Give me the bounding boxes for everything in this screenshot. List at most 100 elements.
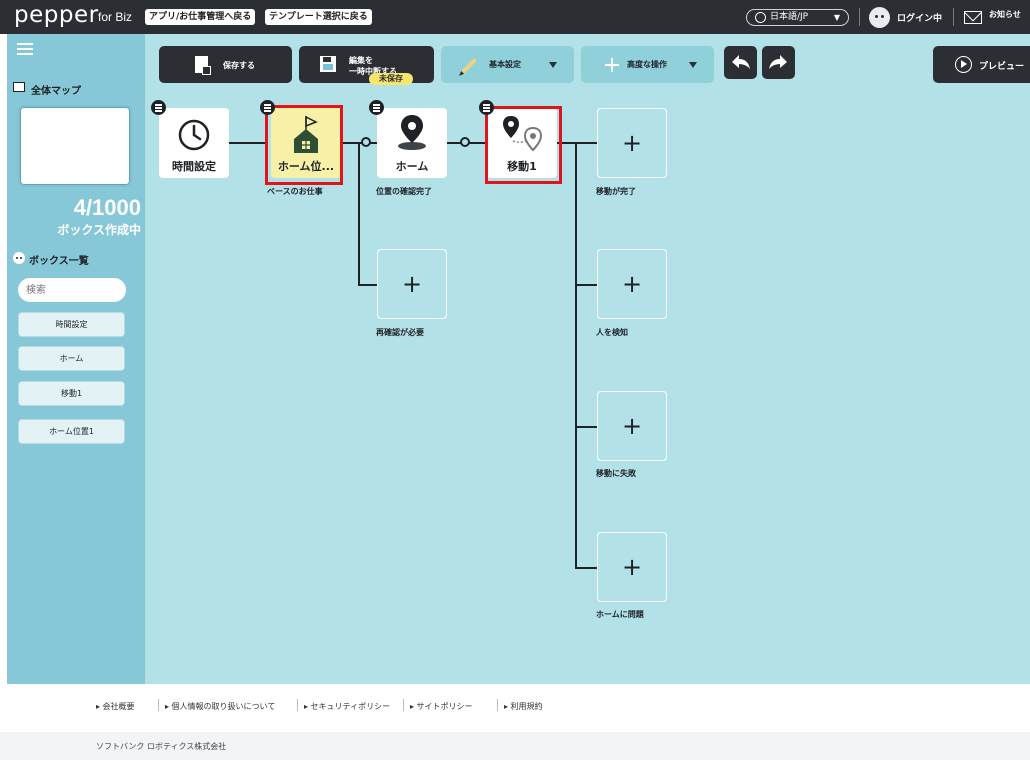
minimap[interactable] [18, 105, 132, 187]
node-menu-icon[interactable] [151, 100, 166, 115]
divider [953, 8, 954, 26]
advanced-operations-button[interactable]: 高度な操作 [581, 46, 714, 83]
node-title: ホーム [395, 160, 429, 173]
box-list-item[interactable]: 時間設定 [18, 312, 125, 337]
box-count-sub: ボックス作成中 [57, 223, 141, 237]
connector-line [575, 284, 597, 286]
undo-button[interactable] [724, 46, 757, 79]
chevron-down-icon [689, 62, 697, 68]
branch-label: 移動が完了 [596, 187, 636, 196]
news-link[interactable]: お知らせ [989, 9, 1021, 20]
login-status[interactable]: ログイン中 [897, 11, 942, 24]
suspend-label-1: 編集を [349, 56, 373, 65]
flow-canvas[interactable]: 保存する 未保存 編集を 一時中断する 基本設定 高度な操作 プレビュー 時間設… [145, 34, 1030, 684]
divider [297, 699, 298, 711]
add-box-slot[interactable]: + [597, 532, 667, 602]
node-menu-icon[interactable] [479, 100, 494, 115]
basic-settings-button[interactable]: 基本設定 [441, 46, 574, 83]
add-box-slot[interactable]: + [597, 108, 667, 178]
box-list-item[interactable]: ホーム [18, 346, 125, 371]
footer-link-security[interactable]: ▸ セキュリティポリシー [304, 701, 390, 712]
divider [497, 699, 498, 711]
location-pin-icon [398, 115, 426, 150]
branch-label: 位置の確認完了 [376, 187, 432, 196]
undo-icon [732, 55, 750, 69]
node-menu-icon[interactable] [260, 100, 275, 115]
search-input[interactable] [18, 278, 126, 302]
doc-save-icon [195, 56, 211, 75]
node-title: 時間設定 [172, 160, 216, 173]
back-to-app-management-link[interactable]: アプリ/お仕事管理へ戻る [145, 9, 256, 25]
hamburger-icon[interactable] [17, 43, 33, 55]
connector-line [358, 284, 377, 286]
footer-bottom: ソフトバンク ロボティクス株式会社 [0, 732, 1030, 760]
flow-node-home[interactable]: ホーム [377, 108, 447, 178]
redo-icon [769, 55, 787, 69]
box-list-icon [13, 252, 25, 264]
plus-icon: + [621, 553, 643, 581]
language-value: 日本語/JP [770, 12, 809, 22]
unsaved-badge: 未保存 [369, 73, 413, 85]
connector-line [557, 142, 597, 144]
branch-label: 人を検知 [596, 328, 628, 337]
advanced-label: 高度な操作 [627, 60, 667, 69]
plus-icon: + [621, 270, 643, 298]
footer-link-terms[interactable]: ▸ 利用規約 [504, 701, 543, 712]
globe-icon [755, 12, 766, 23]
branch-label: ホームに問題 [596, 610, 644, 619]
flow-node-time[interactable]: 時間設定 [159, 108, 229, 178]
back-to-template-link[interactable]: テンプレート選択に戻る [265, 9, 372, 25]
branch-label: ベースのお仕事 [267, 187, 323, 196]
copyright: ソフトバンク ロボティクス株式会社 [96, 742, 227, 751]
footer-link-company[interactable]: ▸ 会社概要 [96, 701, 135, 712]
basic-settings-label: 基本設定 [489, 60, 521, 69]
plus-icon: + [401, 270, 423, 298]
map-title: 全体マップ [31, 86, 81, 97]
clock-icon [178, 119, 210, 151]
connector-dot[interactable] [460, 137, 470, 147]
preview-label: プレビュー [979, 62, 1025, 72]
preview-button[interactable]: プレビュー [933, 46, 1030, 83]
plus-icon [605, 58, 619, 72]
pepper-logo: pepper [14, 2, 99, 28]
app-root: pepper for Biz アプリ/お仕事管理へ戻る テンプレート選択に戻る … [0, 0, 1030, 760]
divider [158, 699, 159, 711]
save-label: 保存する [223, 61, 255, 70]
user-avatar-icon[interactable] [869, 7, 890, 28]
redo-button[interactable] [762, 46, 795, 79]
language-select[interactable]: 日本語/JP ▼ [746, 9, 849, 26]
plus-icon: + [621, 129, 643, 157]
divider [859, 8, 860, 26]
chevron-down-icon [549, 62, 557, 68]
footer-link-privacy[interactable]: ▸ 個人情報の取り扱いについて [165, 701, 275, 712]
plus-icon: + [621, 412, 643, 440]
add-box-slot[interactable]: + [597, 391, 667, 461]
floppy-icon [320, 56, 336, 72]
connector-line [229, 142, 265, 144]
connector-line [575, 426, 597, 428]
box-list-item[interactable]: 移動1 [18, 381, 125, 406]
add-box-slot[interactable]: + [597, 249, 667, 319]
chevron-down-icon: ▼ [833, 13, 840, 22]
top-bar: pepper for Biz アプリ/お仕事管理へ戻る テンプレート選択に戻る … [0, 0, 1030, 34]
add-box-slot[interactable]: + [377, 249, 447, 319]
box-list-title: ボックス一覧 [29, 256, 89, 267]
pencil-icon [461, 58, 477, 74]
box-count: 4/1000 [73, 195, 141, 220]
map-icon [13, 82, 25, 92]
logo-sub: for Biz [98, 10, 133, 24]
footer-links: ▸ 会社概要 ▸ 個人情報の取り扱いについて ▸ セキュリティポリシー ▸ サイ… [0, 684, 1030, 732]
box-list-item[interactable]: ホーム位置1 [18, 419, 125, 444]
selection-highlight [265, 105, 343, 185]
branch-label: 再確認が必要 [376, 328, 424, 337]
connector-dot[interactable] [361, 137, 371, 147]
divider [403, 699, 404, 711]
save-button[interactable]: 保存する [159, 46, 292, 83]
footer-link-site-policy[interactable]: ▸ サイトポリシー [410, 701, 473, 712]
suspend-edit-button[interactable]: 編集を 一時中断する [299, 46, 434, 83]
connector-line [358, 142, 360, 284]
play-icon [955, 56, 972, 73]
node-menu-icon[interactable] [369, 100, 384, 115]
sidebar: 全体マップ 4/1000 ボックス作成中 ボックス一覧 時間設定 ホーム 移動1… [7, 34, 145, 684]
mail-icon[interactable] [964, 11, 982, 24]
